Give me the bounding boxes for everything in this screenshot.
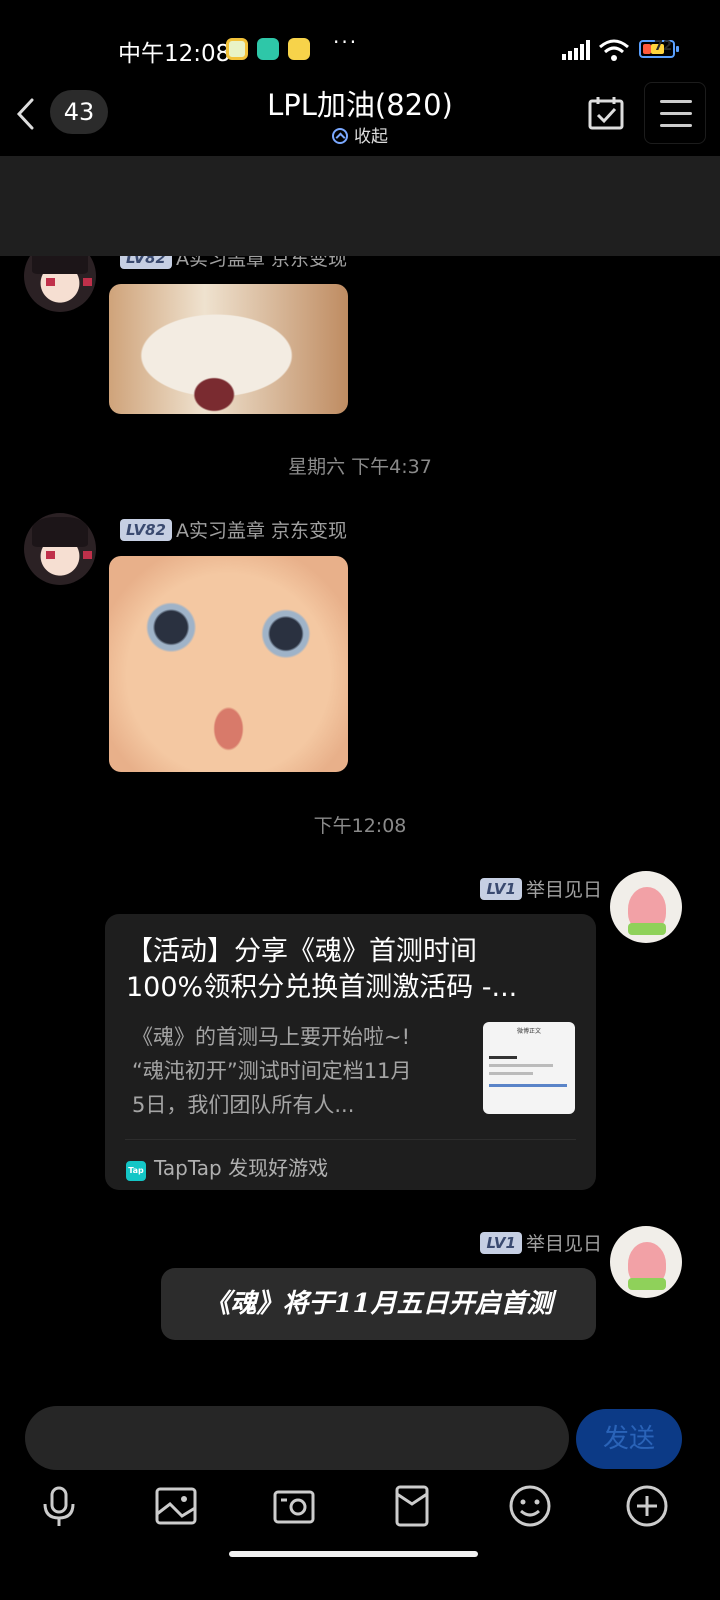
listen-subtitle: ~ 毛大咖发起 | 1人正在听歌 — [116, 214, 344, 238]
emoji-icon[interactable] — [506, 1482, 554, 1530]
share-card-title: 【活动】分享《魂》首测时间 100%领积分兑换首测激活码 -... — [126, 934, 576, 1006]
listen-together-bar[interactable]: A Good Life—George Skaroulis ~ 毛大咖发起 | 1… — [0, 156, 720, 256]
menu-icon[interactable] — [644, 82, 706, 144]
image-icon[interactable] — [152, 1482, 200, 1530]
host-avatar — [116, 218, 134, 236]
avatar[interactable] — [24, 513, 96, 585]
share-card-source-text: TapTap 发现好游戏 — [154, 1156, 329, 1180]
message-input[interactable] — [25, 1406, 569, 1470]
listen-subtitle-text: ~ 毛大咖发起 | 1人正在听歌 — [140, 218, 345, 237]
collapse-label: 收起 — [354, 127, 388, 147]
level-badge: LV82 — [120, 247, 172, 269]
avatar[interactable] — [610, 1226, 682, 1298]
app-notification-icon — [288, 38, 310, 60]
send-button[interactable]: 发送 — [576, 1409, 682, 1469]
plus-icon[interactable] — [623, 1482, 671, 1530]
sender-name: A实习盖章 京东变现 — [175, 520, 348, 542]
collapse-icon — [332, 128, 348, 144]
share-card[interactable]: 【活动】分享《魂》首测时间 100%领积分兑换首测激活码 -... 《魂》的首测… — [105, 914, 596, 1190]
camera-icon[interactable] — [270, 1482, 318, 1530]
level-badge: LV1 — [480, 878, 522, 900]
album-cover — [26, 172, 94, 240]
share-card-thumbnail: 微博正文 — [483, 1022, 575, 1114]
level-badge: LV82 — [120, 519, 172, 541]
share-card-title-line: 100%领积分兑换首测激活码 -... — [126, 972, 518, 1003]
red-packet-icon[interactable] — [388, 1482, 436, 1530]
song-title: A Good Life—George Skaroulis — [116, 176, 467, 202]
join-button[interactable]: 加入 — [583, 180, 691, 232]
home-indicator[interactable] — [229, 1551, 478, 1557]
status-time: 中午12:08 — [118, 41, 231, 67]
text-message[interactable]: 《魂》将于11月五日开启首测 — [161, 1268, 596, 1340]
timestamp: 下午12:08 — [313, 815, 407, 837]
thumbnail-title: 微博正文 — [516, 1028, 541, 1035]
share-card-title-line: 【活动】分享《魂》首测时间 — [126, 936, 477, 967]
share-card-desc-line: 5日，我们团队所有人... — [132, 1093, 355, 1117]
sender-name: A实习盖章 京东变现 — [175, 248, 348, 270]
image-message-cat[interactable] — [109, 284, 348, 414]
battery-icon: 72 — [639, 39, 679, 58]
share-card-description: 《魂》的首测马上要开始啦~! “魂沌初开”测试时间定档11月 5日，我们团队所有… — [132, 1020, 468, 1122]
share-card-desc-line: 《魂》的首测马上要开始啦~! — [132, 1025, 411, 1049]
microphone-icon[interactable] — [35, 1482, 83, 1530]
share-card-source: Tap TapTap 发现好游戏 — [126, 1152, 328, 1181]
signal-icon — [562, 40, 590, 60]
wifi-icon — [599, 39, 629, 61]
sender-meta: LV1 举目见日 — [480, 875, 602, 902]
more-notifications-icon: ··· — [333, 30, 359, 54]
checkin-calendar-icon[interactable] — [588, 96, 624, 130]
sender-meta: LV82 A实习盖章 京东变现 — [120, 516, 347, 543]
sender-name: 举目见日 — [525, 879, 602, 901]
battery-level: 72 — [654, 39, 673, 54]
level-badge: LV1 — [480, 1232, 522, 1254]
card-divider — [125, 1139, 576, 1140]
sender-meta: LV1 举目见日 — [480, 1229, 602, 1256]
taptap-logo-icon: Tap — [126, 1161, 146, 1181]
image-message-kid[interactable] — [109, 556, 348, 772]
app-notification-icon — [226, 38, 248, 60]
app-notification-icon — [257, 38, 279, 60]
sender-name: 举目见日 — [525, 1233, 602, 1255]
avatar[interactable] — [610, 871, 682, 943]
timestamp: 星期六 下午4:37 — [288, 456, 432, 478]
share-card-desc-line: “魂沌初开”测试时间定档11月 — [132, 1059, 412, 1083]
sender-meta: LV82 A实习盖章 京东变现 — [120, 244, 347, 271]
avatar[interactable] — [24, 240, 96, 312]
